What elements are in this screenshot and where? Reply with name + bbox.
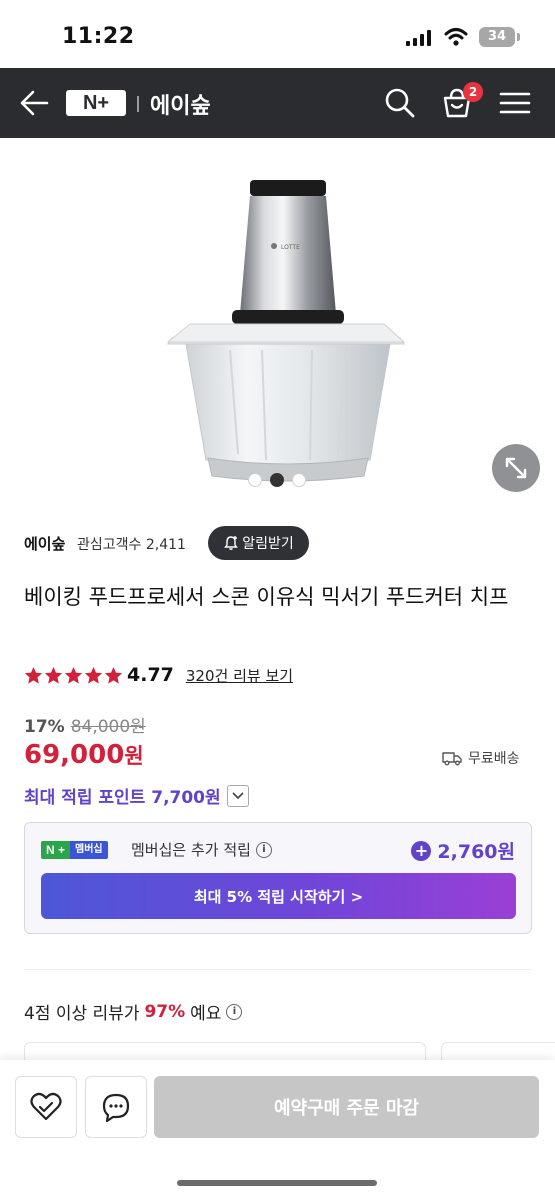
header-store-name[interactable]: 에이숲 [150,88,211,120]
sale-price-unit: 원 [124,744,144,768]
chat-button[interactable] [85,1076,147,1138]
expand-image-button[interactable] [492,444,540,492]
plus-circle-icon: + [411,840,432,861]
status-bar: 11:22 34 [0,0,555,68]
home-indicator [177,1180,377,1186]
app-header: N+ 에이숲 [0,68,555,138]
rating-row: 4.77 320건 리뷰 보기 [24,664,293,686]
shipping-info: 무료배송 [442,748,520,768]
battery-icon: 34 [479,27,515,47]
seller-followers: 관심고객수 2,411 [77,537,186,553]
info-icon[interactable]: i [226,1003,243,1020]
product-title: 베이킹 푸드프로세서 스콘 이유식 믹서기 푸드커터 치프 [24,585,509,609]
discount-percent: 17% [24,717,65,737]
info-icon[interactable]: i [255,841,272,858]
signal-icon [406,30,431,46]
chevron-down-icon[interactable] [226,784,249,807]
review-link[interactable]: 320건 리뷰 보기 [186,665,293,686]
battery-level: 34 [487,29,507,44]
cart-count-badge: 2 [463,82,483,102]
status-time: 11:22 [62,24,135,49]
review-summary: 4점 이상 리뷰가 97% 예요 i [24,999,243,1024]
shipping-label: 무료배송 [468,751,520,767]
nplus-logo[interactable]: N+ [66,90,126,116]
membership-box: N + 멤버십 멤버십은 추가 적립 i + 2,760원 최대 5% 적립 시… [24,822,532,934]
membership-start-button[interactable]: 최대 5% 적립 시작하기 > [41,873,516,919]
membership-text: 멤버십은 추가 적립 i [131,839,272,860]
order-button[interactable]: 예약구매 주문 마감 [154,1076,539,1138]
membership-badge-left: N + [41,841,71,859]
section-divider [24,969,531,970]
points-row[interactable]: 최대 적립 포인트 7,700원 [24,783,249,808]
battery-tip [517,33,520,41]
seller-name[interactable]: 에이숲 [24,533,65,554]
menu-icon[interactable] [498,86,532,120]
chat-icon [102,1093,130,1122]
gallery-dot-active[interactable] [270,473,284,487]
truck-icon [442,752,462,766]
membership-badge: N + 멤버십 [41,841,108,859]
search-icon[interactable] [383,86,417,120]
food-processor-image: LOTTE [166,180,406,482]
star-icon [24,666,43,684]
membership-extra-points-value: 2,760원 [437,841,515,863]
review-summary-prefix: 4점 이상 리뷰가 [24,1004,140,1024]
back-arrow-icon[interactable] [18,88,50,118]
notify-label: 알림받기 [242,536,294,552]
gallery-dot[interactable] [248,473,262,487]
rating-value: 4.77 [127,664,174,686]
max-points: 최대 적립 포인트 7,700원 [24,788,221,808]
sale-price-value: 69,000 [24,740,125,770]
nplus-logo-text: N+ [82,91,110,114]
gallery-dot[interactable] [292,473,306,487]
original-price: 84,000원 [70,717,146,737]
expand-icon [505,457,527,479]
header-divider [137,96,139,112]
wishlist-heart-icon [30,1092,62,1121]
star-icon [64,666,83,684]
rating-stars [24,666,123,685]
star-icon [104,666,123,684]
review-summary-percent: 97% [144,1001,186,1022]
membership-extra-points: + 2,760원 [411,837,515,864]
membership-text-label: 멤버십은 추가 적립 [131,841,251,859]
star-icon [84,666,103,684]
review-summary-suffix: 예요 [190,1004,222,1024]
notify-button[interactable]: 알림받기 [208,526,309,560]
bottom-action-bar: 예약구매 주문 마감 [0,1060,555,1200]
gallery-pagination [248,473,306,487]
product-logo-text: LOTTE [281,244,300,251]
product-image[interactable]: LOTTE [0,138,555,498]
discount-row: 17% 84,000원 [24,712,146,737]
star-icon [44,666,63,684]
bell-plus-icon [224,536,239,550]
wifi-icon [444,28,468,46]
membership-badge-right: 멤버십 [70,841,108,859]
sale-price: 69,000원 [24,740,144,770]
wishlist-button[interactable] [15,1076,77,1138]
